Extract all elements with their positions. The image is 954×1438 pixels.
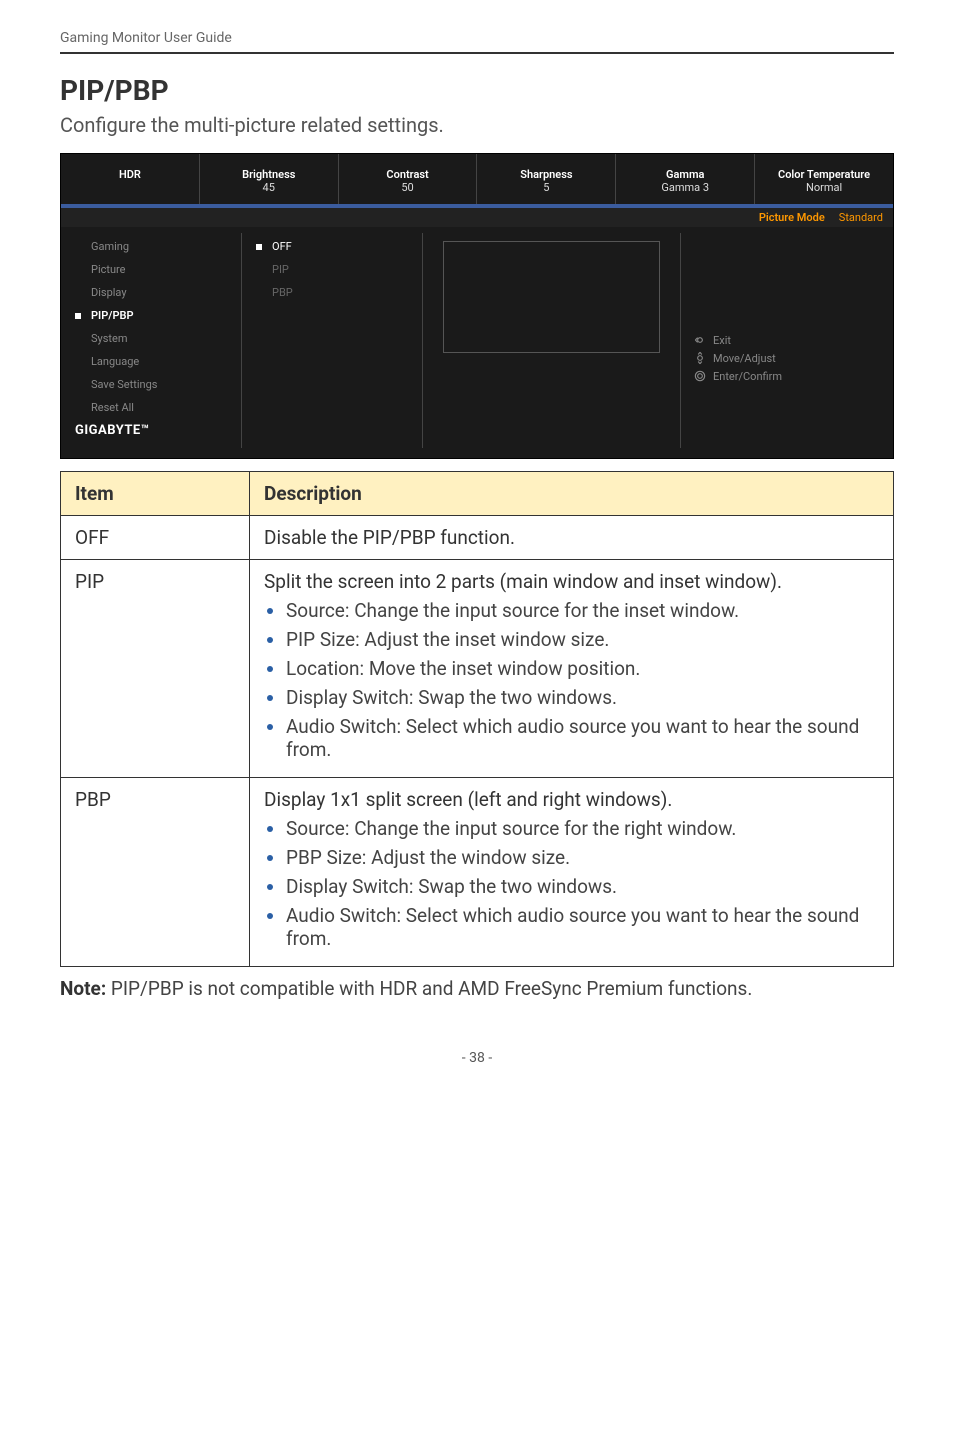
osd-gamma-label: Gamma — [620, 168, 750, 181]
osd-body: Gaming Picture Display PIP/PBP System La… — [61, 227, 893, 458]
joystick-left-icon — [693, 333, 707, 347]
osd-picture-mode-value: Standard — [839, 211, 883, 224]
osd-preview-box — [443, 241, 660, 353]
osd-menu-col: Gaming Picture Display PIP/PBP System La… — [61, 233, 241, 448]
table-row: OFF Disable the PIP/PBP function. — [61, 516, 894, 560]
list-item: PIP Size: Adjust the inset window size. — [286, 628, 879, 651]
osd-menu-gaming[interactable]: Gaming — [61, 235, 241, 258]
osd-menu-picture[interactable]: Picture — [61, 258, 241, 281]
osd-options-col: OFF PIP PBP — [241, 233, 422, 448]
table-row: PBP Display 1x1 split screen (left and r… — [61, 778, 894, 967]
doc-header: Gaming Monitor User Guide — [60, 30, 894, 54]
row-pbp-item: PBP — [61, 778, 250, 967]
osd-preview-col — [422, 233, 680, 448]
row-off-desc: Disable the PIP/PBP function. — [250, 516, 894, 560]
row-pip-item: PIP — [61, 560, 250, 778]
osd-sharpness-label: Sharpness — [481, 168, 611, 181]
row-pbp-bullets: Source: Change the input source for the … — [264, 817, 879, 950]
osd-menu-pippbp[interactable]: PIP/PBP — [61, 304, 241, 327]
row-pip-bullets: Source: Change the input source for the … — [264, 599, 879, 761]
osd-hint-exit-label: Exit — [713, 334, 731, 347]
section-desc: Configure the multi-picture related sett… — [60, 113, 894, 137]
osd-brightness-value: 45 — [204, 181, 334, 194]
osd-hint-enter-label: Enter/Confirm — [713, 370, 782, 383]
note-prefix: Note: — [60, 977, 106, 1000]
note-text: PIP/PBP is not compatible with HDR and A… — [106, 977, 752, 1000]
osd-option-off[interactable]: OFF — [242, 235, 422, 258]
osd-statusbar: Picture Mode Standard — [61, 208, 893, 227]
osd-menu-language[interactable]: Language — [61, 350, 241, 373]
list-item: Display Switch: Swap the two windows. — [286, 875, 879, 898]
osd-hint-move: Move/Adjust — [693, 351, 893, 365]
page-number: - 38 - — [60, 1050, 894, 1066]
osd-brightness-box: Brightness 45 — [199, 154, 338, 204]
list-item: Display Switch: Swap the two windows. — [286, 686, 879, 709]
osd-hint-move-label: Move/Adjust — [713, 352, 776, 365]
osd-hdr-box: HDR — [61, 154, 199, 204]
th-item: Item — [61, 472, 250, 516]
row-off-item: OFF — [61, 516, 250, 560]
note: Note: PIP/PBP is not compatible with HDR… — [60, 977, 894, 1000]
osd-option-pip[interactable]: PIP — [242, 258, 422, 281]
osd-gamma-box: Gamma Gamma 3 — [615, 154, 754, 204]
osd-option-pbp[interactable]: PBP — [242, 281, 422, 304]
list-item: Audio Switch: Select which audio source … — [286, 904, 879, 950]
osd-colortemp-box: Color Temperature Normal — [754, 154, 893, 204]
osd-hint-exit: Exit — [693, 333, 893, 347]
table-row: PIP Split the screen into 2 parts (main … — [61, 560, 894, 778]
list-item: Source: Change the input source for the … — [286, 817, 879, 840]
osd-brand: GIGABYTE™ — [61, 419, 241, 446]
osd-sharpness-box: Sharpness 5 — [476, 154, 615, 204]
osd-colortemp-label: Color Temperature — [759, 168, 889, 181]
osd-hints-col: Exit Move/Adjust Enter/Confirm — [680, 233, 893, 448]
osd-gamma-value: Gamma 3 — [620, 181, 750, 194]
list-item: Audio Switch: Select which audio source … — [286, 715, 879, 761]
osd-menu-resetall[interactable]: Reset All — [61, 396, 241, 419]
list-item: Source: Change the input source for the … — [286, 599, 879, 622]
osd-picture-mode-label: Picture Mode — [759, 211, 825, 224]
osd-hdr-label: HDR — [65, 168, 195, 181]
osd-panel: HDR Brightness 45 Contrast 50 Sharpness … — [60, 153, 894, 459]
osd-brightness-label: Brightness — [204, 168, 334, 181]
row-pbp-desc: Display 1x1 split screen (left and right… — [250, 778, 894, 967]
osd-menu-display[interactable]: Display — [61, 281, 241, 304]
osd-sharpness-value: 5 — [481, 181, 611, 194]
doc-title: Gaming Monitor User Guide — [60, 30, 232, 46]
osd-contrast-value: 50 — [343, 181, 473, 194]
osd-contrast-box: Contrast 50 — [338, 154, 477, 204]
osd-topbar: HDR Brightness 45 Contrast 50 Sharpness … — [61, 154, 893, 204]
row-pbp-intro: Display 1x1 split screen (left and right… — [264, 788, 879, 811]
list-item: Location: Move the inset window position… — [286, 657, 879, 680]
osd-contrast-label: Contrast — [343, 168, 473, 181]
joystick-press-icon — [693, 369, 707, 383]
list-item: PBP Size: Adjust the window size. — [286, 846, 879, 869]
osd-hint-enter: Enter/Confirm — [693, 369, 893, 383]
section-title: PIP/PBP — [60, 74, 894, 107]
osd-menu-system[interactable]: System — [61, 327, 241, 350]
joystick-updown-icon — [693, 351, 707, 365]
row-pip-desc: Split the screen into 2 parts (main wind… — [250, 560, 894, 778]
osd-menu-savesettings[interactable]: Save Settings — [61, 373, 241, 396]
th-desc: Description — [250, 472, 894, 516]
description-table: Item Description OFF Disable the PIP/PBP… — [60, 471, 894, 967]
osd-colortemp-value: Normal — [759, 181, 889, 194]
row-pip-intro: Split the screen into 2 parts (main wind… — [264, 570, 879, 593]
